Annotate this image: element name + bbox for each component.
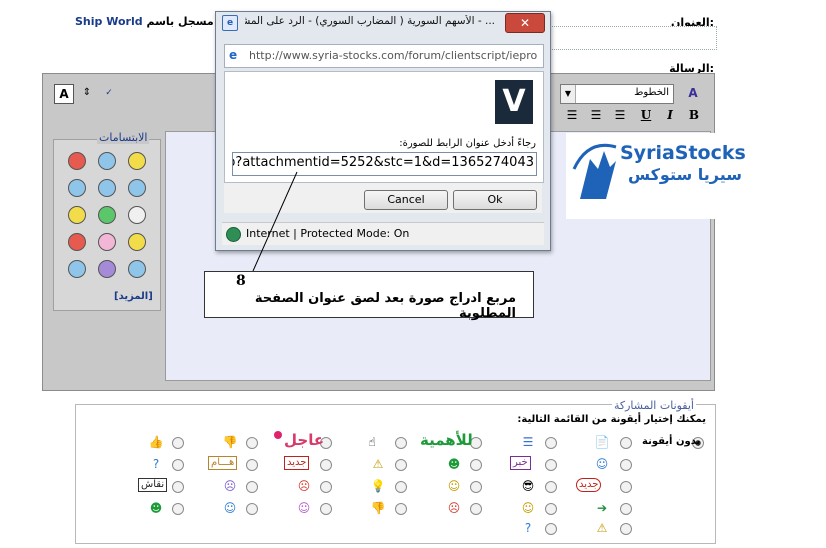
post-icon-radio[interactable] bbox=[246, 503, 258, 515]
post-icon-radio[interactable] bbox=[620, 481, 632, 493]
post-icon-radio[interactable] bbox=[620, 523, 632, 535]
post-icon-radio[interactable] bbox=[470, 481, 482, 493]
post-icons-hint: يمكنك إختيار أيقونة من القائمة التالية: bbox=[517, 414, 706, 425]
post-icon-radio[interactable] bbox=[545, 481, 557, 493]
thumbs-up-icon: 👍 bbox=[148, 435, 164, 449]
angry-icon: ☹ bbox=[447, 501, 461, 515]
mad-icon: ☹ bbox=[297, 479, 311, 493]
post-icon-radio[interactable] bbox=[320, 503, 332, 515]
help-icon: ? bbox=[152, 457, 160, 471]
alert-icon: ⚠ bbox=[372, 457, 384, 471]
important-tag: للأهمية bbox=[420, 431, 473, 449]
post-icon-radio[interactable] bbox=[320, 481, 332, 493]
great-tag: هـــام bbox=[208, 456, 238, 470]
post-icon-radio[interactable] bbox=[545, 437, 557, 449]
post-icon-radio[interactable] bbox=[545, 503, 557, 515]
big-grin-icon: ☻ bbox=[149, 501, 163, 515]
post-icon-radio[interactable] bbox=[395, 503, 407, 515]
post-icon-radio[interactable] bbox=[246, 459, 258, 471]
dislike-icon: 👎 bbox=[222, 435, 238, 449]
urgent-tag: عاجل bbox=[284, 431, 325, 449]
question-icon: ? bbox=[524, 521, 532, 535]
post-icon-radio[interactable] bbox=[172, 503, 184, 515]
document-icon: 📄 bbox=[594, 435, 610, 449]
post-icon-radio[interactable] bbox=[470, 503, 482, 515]
no-icon-label: بدون أيقونة bbox=[642, 436, 701, 447]
sad-icon: ☹ bbox=[223, 479, 237, 493]
red-dot-icon bbox=[274, 431, 282, 439]
new-small-tag: جديد bbox=[284, 456, 310, 470]
post-icon-radio[interactable] bbox=[395, 437, 407, 449]
post-icon-radio[interactable] bbox=[395, 481, 407, 493]
smile-icon: ☺ bbox=[595, 457, 609, 471]
thumbs-down-icon: 👎 bbox=[370, 501, 386, 515]
lightbulb-icon: 💡 bbox=[370, 479, 386, 493]
post-icon-radio[interactable] bbox=[545, 523, 557, 535]
post-icon-radio[interactable] bbox=[620, 503, 632, 515]
blush-icon: ☺ bbox=[297, 501, 311, 515]
post-icon-radio[interactable] bbox=[620, 459, 632, 471]
cool-icon: 😎 bbox=[521, 479, 535, 493]
warning-icon: ⚠ bbox=[596, 521, 608, 535]
lines-icon: ☰ bbox=[522, 435, 534, 449]
arrow-right-icon: ➔ bbox=[596, 501, 608, 515]
annotation-text: مربع ادراج صورة بعد لصق عنوان الصفحة الم… bbox=[254, 291, 516, 321]
post-icon-radio[interactable] bbox=[320, 459, 332, 471]
wink-icon: ☺ bbox=[447, 479, 461, 493]
laugh-icon: ☺ bbox=[223, 501, 237, 515]
new-red-tag: جديد bbox=[576, 478, 602, 492]
post-icon-radio[interactable] bbox=[470, 459, 482, 471]
grin-icon: ☻ bbox=[447, 457, 461, 471]
post-icon-radio[interactable] bbox=[620, 437, 632, 449]
post-icons-box bbox=[75, 404, 716, 544]
annotation-number: 8 bbox=[236, 273, 246, 289]
post-icon-radio[interactable] bbox=[246, 437, 258, 449]
discussion-tag: نقاش bbox=[138, 478, 168, 492]
post-icons-title: أيقونات المشاركة bbox=[611, 399, 696, 412]
happy-icon: ☺ bbox=[521, 501, 535, 515]
pointing-hand-icon: ☝ bbox=[368, 435, 376, 449]
post-icon-radio[interactable] bbox=[172, 481, 184, 493]
post-icon-radio[interactable] bbox=[246, 481, 258, 493]
news-tag: خبر bbox=[510, 456, 531, 470]
post-icon-radio[interactable] bbox=[395, 459, 407, 471]
post-icon-radio[interactable] bbox=[172, 437, 184, 449]
post-icon-radio[interactable] bbox=[172, 459, 184, 471]
post-icon-radio[interactable] bbox=[545, 459, 557, 471]
